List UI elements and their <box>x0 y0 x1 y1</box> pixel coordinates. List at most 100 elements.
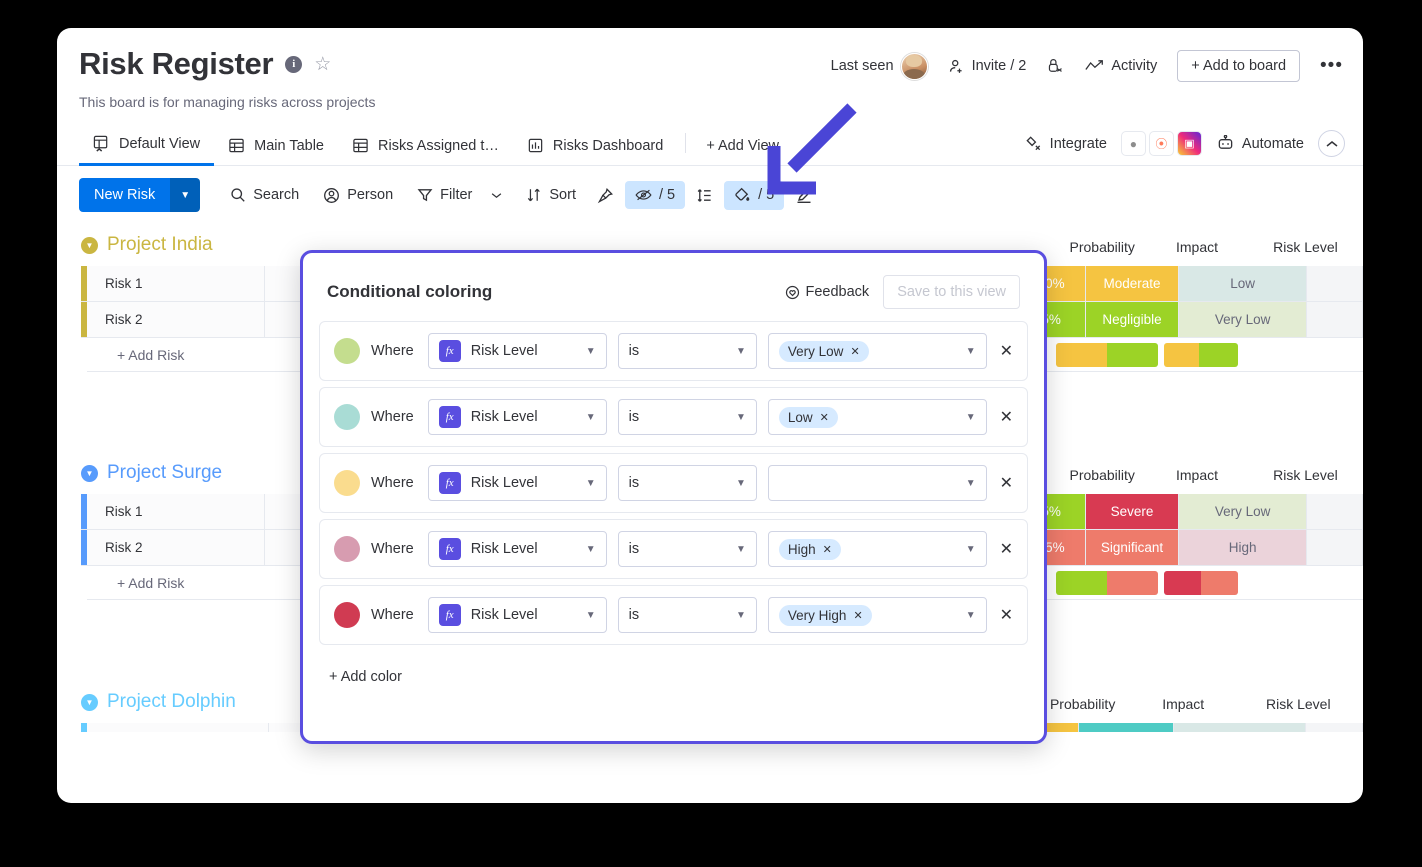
feedback-button[interactable]: Feedback <box>785 284 869 300</box>
row-name[interactable]: Risk 2 <box>87 302 265 337</box>
person-filter-button[interactable]: Person <box>313 181 403 210</box>
save-to-this-view-button[interactable]: Save to this view <box>883 275 1020 309</box>
search-button[interactable]: Search <box>220 181 309 209</box>
rule-operator-select[interactable]: is ▼ <box>617 465 757 501</box>
info-icon[interactable]: i <box>285 55 303 73</box>
delete-rule-button[interactable]: ✕ <box>1000 473 1013 493</box>
rule-color-swatch[interactable] <box>334 602 360 628</box>
cell-impact[interactable]: Minor <box>1079 723 1175 732</box>
tab-default-view[interactable]: Default View <box>79 135 215 166</box>
last-seen[interactable]: Last seen <box>831 52 928 80</box>
rule-value-chip[interactable]: Low ✕ <box>778 406 838 428</box>
collapse-header-button[interactable] <box>1318 130 1345 157</box>
activity-button[interactable]: Activity <box>1085 58 1157 74</box>
col-header-impact[interactable]: Impact <box>1151 239 1242 255</box>
rule-column-select[interactable]: fx Risk Level ▼ <box>427 465 607 501</box>
rule-operator-select[interactable]: is ▼ <box>617 531 757 567</box>
rule-column-select[interactable]: fx Risk Level ▼ <box>427 399 607 435</box>
remove-value-icon[interactable]: ✕ <box>820 411 829 424</box>
cell-risk-level[interactable]: Very Low <box>1178 494 1308 529</box>
collapse-group-icon[interactable]: ▼ <box>81 236 98 254</box>
tab-main-table[interactable]: Main Table <box>214 137 338 165</box>
cell-risk[interactable] <box>1307 302 1363 337</box>
rule-value-chip[interactable]: Very High ✕ <box>778 604 872 626</box>
automations-icon-button[interactable] <box>1046 57 1065 76</box>
row-name[interactable]: Risk 2 <box>87 530 265 565</box>
filter-button[interactable]: Filter <box>407 181 512 209</box>
delete-rule-button[interactable]: ✕ <box>1000 539 1013 559</box>
rule-value-select[interactable]: Low ✕ ▼ <box>767 399 987 435</box>
collapse-group-icon[interactable]: ▼ <box>81 693 98 711</box>
hide-columns-button[interactable]: / 5 <box>624 181 686 209</box>
rule-column-select[interactable]: fx Risk Level ▼ <box>427 333 607 369</box>
new-risk-dropdown-caret[interactable]: ▼ <box>170 178 201 212</box>
instagram-icon[interactable]: ▣ <box>1176 131 1202 156</box>
conditional-coloring-button[interactable]: / 5 <box>724 180 785 210</box>
rule-value-select[interactable]: High ✕ ▼ <box>767 531 987 567</box>
cell-risk-level[interactable]: Low <box>1178 266 1308 301</box>
rule-color-swatch[interactable] <box>334 404 360 430</box>
highlight-button[interactable] <box>788 180 820 210</box>
automate-button[interactable]: Automate <box>1216 135 1304 152</box>
hubspot-icon[interactable]: ⦿ <box>1148 131 1174 156</box>
tab-risks-assigned[interactable]: Risks Assigned t… <box>338 137 513 165</box>
cell-impact[interactable]: Severe <box>1086 494 1179 529</box>
star-icon[interactable]: ☆ <box>314 55 331 74</box>
add-color-button[interactable]: + Add color <box>303 651 1044 703</box>
delete-rule-button[interactable]: ✕ <box>1000 605 1013 625</box>
remove-value-icon[interactable]: ✕ <box>823 543 832 556</box>
remove-value-icon[interactable]: ✕ <box>853 609 862 622</box>
cell-risk-level[interactable]: Low <box>1174 723 1306 732</box>
cell-risk[interactable] <box>1307 266 1363 301</box>
row-height-button[interactable] <box>689 181 720 210</box>
chevron-down-icon: ▼ <box>585 543 596 555</box>
invite-button[interactable]: Invite / 2 <box>948 58 1026 75</box>
rule-color-swatch[interactable] <box>334 338 360 364</box>
group-summary-surge <box>1053 568 1241 598</box>
row-name[interactable]: Risk 1 <box>87 494 265 529</box>
cell-risk-level[interactable]: High <box>1178 530 1308 565</box>
tab-risks-dashboard[interactable]: Risks Dashboard <box>513 137 677 165</box>
rule-operator-select[interactable]: is ▼ <box>617 597 757 633</box>
add-view-button[interactable]: + Add View <box>694 138 791 165</box>
cell-impact[interactable]: Significant <box>1086 530 1179 565</box>
add-to-board-button[interactable]: + Add to board <box>1177 50 1301 82</box>
cell-impact[interactable]: Moderate <box>1086 266 1179 301</box>
cell-risk[interactable] <box>1307 494 1363 529</box>
col-header-impact[interactable]: Impact <box>1135 696 1232 712</box>
rule-value-select[interactable]: ▼ <box>767 465 987 501</box>
integrate-button[interactable]: Integrate <box>1024 134 1107 153</box>
col-header-probability[interactable]: Probability <box>1053 467 1151 483</box>
rule-column-select[interactable]: fx Risk Level ▼ <box>427 597 607 633</box>
new-risk-button[interactable]: New Risk ▼ <box>79 178 201 212</box>
rule-color-swatch[interactable] <box>334 536 360 562</box>
cell-risk[interactable] <box>1307 530 1363 565</box>
more-options-icon[interactable]: ••• <box>1320 55 1343 77</box>
delete-rule-button[interactable]: ✕ <box>1000 407 1013 427</box>
avatar[interactable] <box>900 52 928 80</box>
rule-operator-select[interactable]: is ▼ <box>617 399 757 435</box>
delete-rule-button[interactable]: ✕ <box>1000 341 1013 361</box>
cell-impact[interactable]: Negligible <box>1086 302 1179 337</box>
col-header-probability[interactable]: Probability <box>1053 239 1151 255</box>
pin-button[interactable] <box>590 181 621 210</box>
sort-button[interactable]: Sort <box>516 181 586 209</box>
remove-value-icon[interactable]: ✕ <box>850 345 859 358</box>
row-name[interactable]: Risk 1 <box>87 723 269 732</box>
cell-risk[interactable] <box>1305 723 1363 732</box>
row-name[interactable]: Risk 1 <box>87 266 265 301</box>
col-header-risk-level[interactable]: Risk Level <box>1243 239 1363 255</box>
rule-value-select[interactable]: Very High ✕ ▼ <box>767 597 987 633</box>
col-header-impact[interactable]: Impact <box>1151 467 1242 483</box>
collapse-group-icon[interactable]: ▼ <box>81 464 98 482</box>
rule-column-select[interactable]: fx Risk Level ▼ <box>427 531 607 567</box>
rule-value-select[interactable]: Very Low ✕ ▼ <box>767 333 987 369</box>
rule-color-swatch[interactable] <box>334 470 360 496</box>
rule-operator-select[interactable]: is ▼ <box>617 333 757 369</box>
rule-value-chip[interactable]: High ✕ <box>778 538 841 560</box>
mailchimp-icon[interactable]: ● <box>1120 131 1146 156</box>
col-header-risk-level[interactable]: Risk Level <box>1232 696 1363 712</box>
cell-risk-level[interactable]: Very Low <box>1178 302 1308 337</box>
col-header-risk-level[interactable]: Risk Level <box>1243 467 1363 483</box>
rule-value-chip[interactable]: Very Low ✕ <box>778 340 869 362</box>
